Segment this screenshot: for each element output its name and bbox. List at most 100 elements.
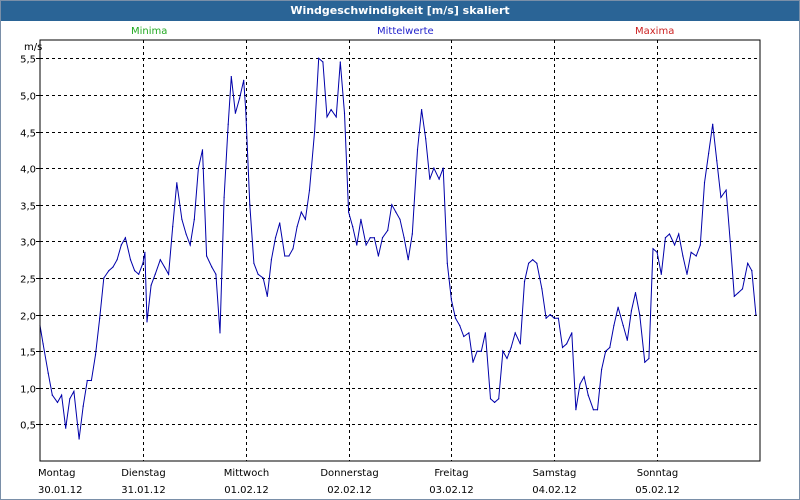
- data-point: [514, 332, 516, 334]
- data-point: [506, 357, 508, 360]
- y-tick-label: 5,5: [20, 55, 36, 66]
- y-tick-label: 3,5: [20, 202, 36, 213]
- data-point: [42, 343, 44, 345]
- data-point: [348, 211, 350, 213]
- y-tick-label: 3,0: [20, 238, 36, 249]
- x-tick-date: 05.02.12: [635, 485, 680, 496]
- data-point: [425, 138, 427, 140]
- data-point: [120, 244, 122, 246]
- data-point: [168, 273, 170, 275]
- data-point: [561, 346, 564, 349]
- data-point: [566, 343, 568, 345]
- data-point: [318, 57, 320, 59]
- data-point: [245, 109, 247, 111]
- data-point: [737, 292, 740, 294]
- data-point: [755, 314, 757, 316]
- data-point: [300, 211, 302, 213]
- data-point: [249, 204, 251, 206]
- data-point: [712, 123, 714, 125]
- data-point: [644, 361, 646, 363]
- data-point: [373, 237, 375, 239]
- data-point: [498, 398, 500, 400]
- data-point: [519, 343, 521, 345]
- data-point: [227, 123, 229, 125]
- data-point: [716, 160, 718, 162]
- data-point: [270, 259, 272, 261]
- data-point: [630, 310, 633, 312]
- series-line-mittelwerte: [39, 57, 757, 440]
- data-point: [678, 233, 680, 235]
- data-point: [656, 251, 658, 253]
- data-point: [622, 324, 624, 327]
- data-point: [720, 196, 722, 198]
- data-point: [583, 376, 585, 378]
- data-point: [339, 61, 341, 63]
- data-point: [219, 332, 221, 334]
- data-point: [86, 379, 88, 382]
- data-point: [335, 116, 337, 118]
- data-point: [326, 116, 328, 118]
- y-tick-label: 4,5: [20, 129, 36, 140]
- data-point: [523, 281, 526, 283]
- data-point: [146, 321, 148, 323]
- data-point: [416, 149, 419, 151]
- data-point: [230, 76, 232, 78]
- data-point: [304, 218, 306, 220]
- data-point: [144, 251, 146, 253]
- data-point: [234, 112, 236, 114]
- data-point: [253, 262, 255, 264]
- y-tick-label: 1,0: [20, 385, 36, 396]
- data-point: [634, 292, 637, 294]
- data-point: [541, 288, 543, 290]
- data-point: [308, 189, 311, 191]
- data-point: [699, 244, 701, 246]
- data-point: [395, 211, 397, 213]
- data-point: [150, 284, 152, 286]
- x-tick-date: 31.01.12: [121, 485, 166, 496]
- data-point: [617, 306, 619, 308]
- data-point: [369, 237, 371, 239]
- data-point: [549, 314, 551, 316]
- data-point: [343, 112, 346, 114]
- data-point: [733, 295, 735, 297]
- x-tick-weekday: Freitag: [434, 468, 468, 479]
- data-point: [536, 262, 538, 264]
- data-point: [103, 277, 105, 279]
- data-point: [494, 401, 496, 403]
- data-point: [592, 409, 595, 411]
- x-tick-date: 02.02.12: [327, 485, 372, 496]
- data-point: [587, 394, 589, 396]
- data-point: [596, 409, 599, 411]
- y-tick-label: 1,5: [20, 348, 36, 359]
- data-point: [510, 346, 512, 349]
- data-point: [695, 255, 697, 257]
- data-point: [429, 178, 431, 180]
- data-point: [605, 350, 607, 352]
- data-point: [134, 270, 136, 272]
- data-point: [668, 233, 671, 235]
- data-point: [94, 354, 97, 356]
- data-point: [163, 266, 166, 268]
- data-point: [116, 259, 118, 261]
- x-tick-date: 03.02.12: [429, 485, 474, 496]
- data-point: [279, 222, 281, 224]
- data-point: [442, 167, 444, 169]
- data-point: [613, 324, 615, 327]
- data-point: [73, 390, 75, 392]
- data-point: [703, 182, 706, 184]
- data-point: [82, 405, 84, 407]
- y-tick-label: 0,5: [20, 421, 36, 432]
- data-point: [381, 237, 384, 239]
- data-point: [747, 262, 749, 264]
- data-point: [61, 394, 63, 396]
- data-point: [575, 409, 577, 411]
- y-axis-label: m/s: [24, 42, 42, 53]
- data-point: [446, 262, 448, 264]
- data-point: [108, 270, 110, 272]
- data-point: [639, 314, 641, 316]
- y-tick-label: 4,0: [20, 165, 36, 176]
- data-point: [176, 182, 178, 184]
- data-point: [387, 229, 389, 231]
- grid: [36, 40, 760, 461]
- data-point: [352, 226, 354, 228]
